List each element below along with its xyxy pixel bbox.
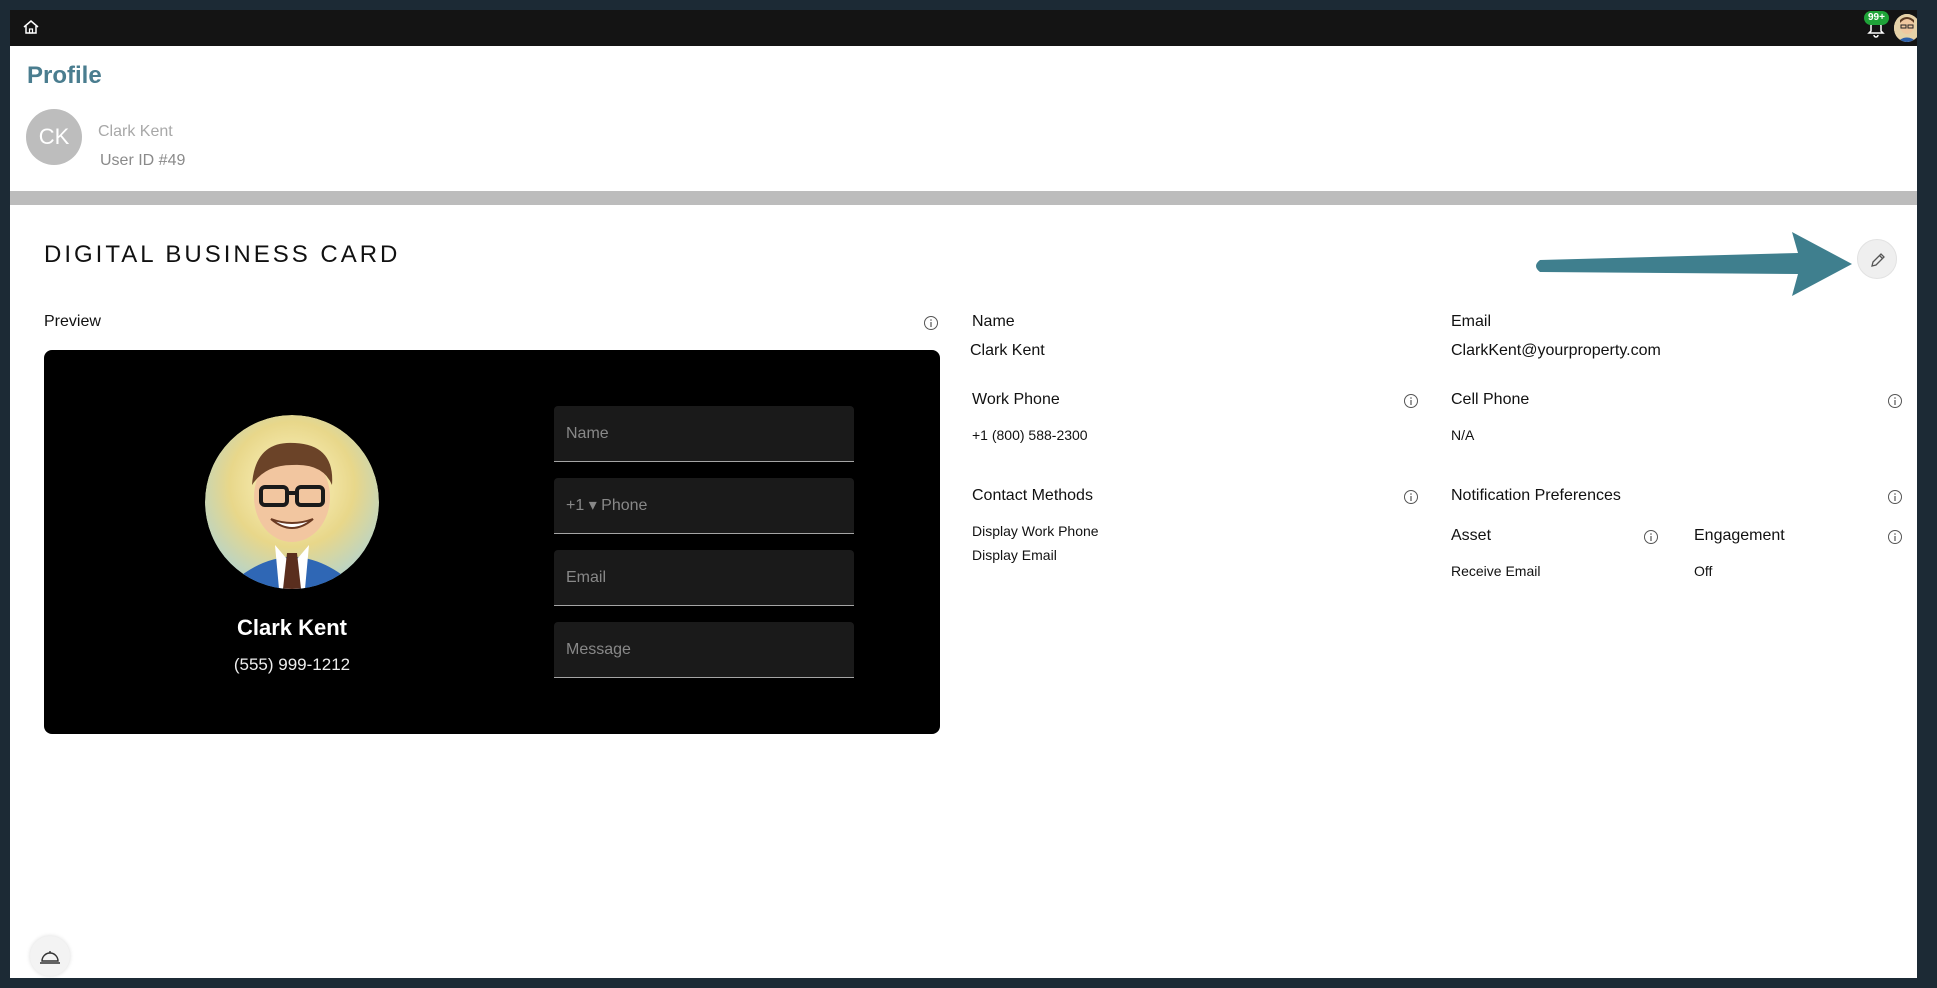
work-phone-label: Work Phone — [972, 391, 1060, 408]
section-divider — [10, 191, 1917, 205]
info-icon[interactable] — [1403, 393, 1419, 409]
email-value: ClarkKent@yourproperty.com — [1451, 342, 1661, 359]
card-name: Clark Kent — [236, 615, 348, 640]
name-value: Clark Kent — [970, 342, 1045, 359]
info-icon[interactable] — [1887, 489, 1903, 505]
info-icon[interactable] — [1887, 529, 1903, 545]
cell-phone-value: N/A — [1451, 427, 1475, 443]
pencil-icon — [1871, 253, 1885, 267]
name-label: Name — [972, 313, 1015, 330]
user-name: Clark Kent — [98, 123, 173, 140]
engagement-label: Engagement — [1694, 527, 1785, 544]
contact-methods-label: Contact Methods — [972, 487, 1093, 504]
avatar[interactable] — [1894, 14, 1917, 42]
email-label: Email — [1451, 313, 1492, 330]
annotation-arrow — [1536, 232, 1852, 296]
engagement-value: Off — [1694, 563, 1713, 579]
section-title: DIGITAL BUSINESS CARD — [44, 241, 401, 268]
info-icon[interactable] — [1887, 393, 1903, 409]
info-icon[interactable] — [923, 315, 939, 331]
card-phone-field[interactable]: +1 ▾ Phone — [554, 478, 854, 534]
work-phone-value: +1 (800) 588-2300 — [972, 427, 1088, 443]
concierge-bell-icon — [40, 951, 60, 964]
contact-method-item: Display Work Phone — [972, 523, 1099, 539]
user-initials-avatar: CK — [26, 109, 82, 165]
top-bar: 99+ — [10, 10, 1917, 46]
home-icon[interactable] — [22, 19, 42, 37]
edit-button[interactable] — [1857, 239, 1897, 279]
user-id: User ID #49 — [100, 152, 186, 169]
concierge-button[interactable] — [30, 936, 70, 976]
asset-label: Asset — [1451, 527, 1492, 544]
cell-phone-label: Cell Phone — [1451, 391, 1530, 408]
card-email-field[interactable]: Email — [554, 550, 854, 606]
card-message-field[interactable]: Message — [554, 622, 854, 678]
card-photo — [205, 415, 379, 589]
app-frame: 99+ Profile CK Clark Kent User ID #49 DI… — [10, 10, 1917, 978]
info-icon[interactable] — [1643, 529, 1659, 545]
card-name-field[interactable]: Name — [554, 406, 854, 462]
contact-method-item: Display Email — [972, 547, 1057, 563]
info-icon[interactable] — [1403, 489, 1419, 505]
page-title: Profile — [27, 62, 102, 89]
asset-value: Receive Email — [1451, 563, 1541, 579]
notification-preferences-label: Notification Preferences — [1451, 487, 1621, 504]
notification-badge: 99+ — [1864, 11, 1889, 25]
business-card-preview: Clark Kent (555) 999-1212 Name +1 ▾ Phon… — [44, 350, 940, 734]
card-phone: (555) 999-1212 — [233, 655, 351, 674]
preview-label: Preview — [44, 313, 101, 330]
